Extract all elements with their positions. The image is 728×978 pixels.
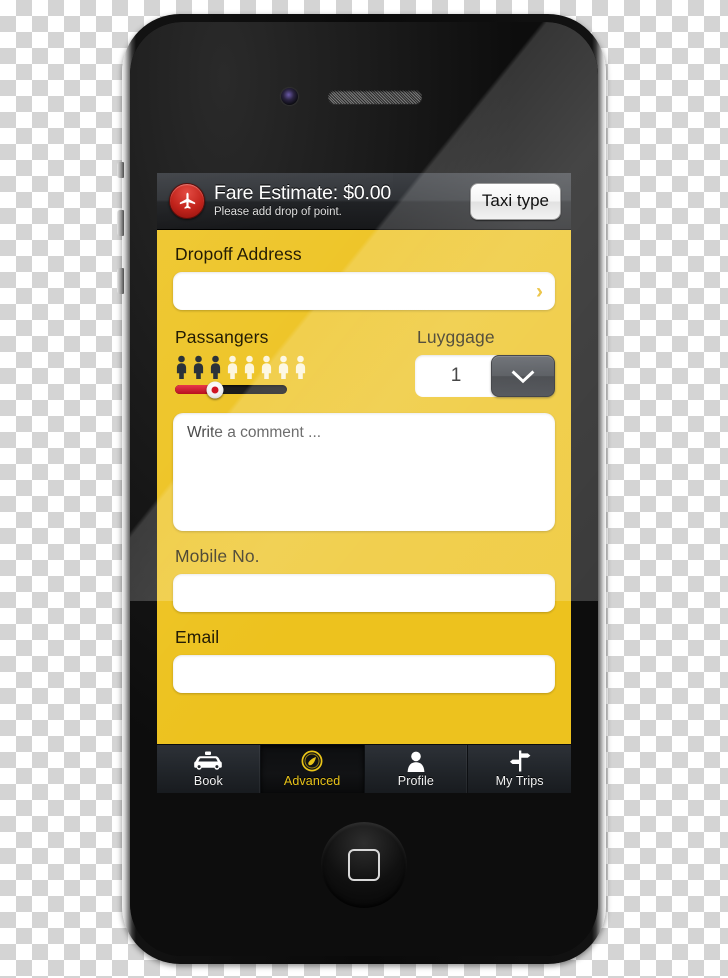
comment-field[interactable] (173, 413, 555, 531)
airplane-icon (169, 183, 205, 219)
home-square-icon (348, 849, 380, 881)
booking-form: Dropoff Address › Passangers Luyggage 1 … (157, 230, 571, 745)
app-screen: Fare Estimate: $0.00 Please add drop of … (157, 173, 571, 793)
mobile-number-field[interactable] (173, 574, 555, 612)
tab-book[interactable]: Book (157, 745, 261, 793)
tab-profile[interactable]: Profile (365, 745, 469, 793)
mobile-number-input[interactable] (184, 584, 544, 602)
home-button[interactable] (321, 822, 407, 908)
dropoff-address-label: Dropoff Address (175, 244, 302, 264)
volume-up-button[interactable] (117, 210, 124, 236)
luggage-dropdown-button[interactable] (491, 355, 555, 397)
signpost-icon (508, 750, 532, 772)
email-label: Email (175, 627, 220, 647)
taxi-icon (193, 750, 223, 772)
luggage-label: Luyggage (417, 327, 495, 347)
person-icon (210, 355, 221, 379)
luggage-group: Luyggage 1 (415, 327, 555, 397)
passengers-slider[interactable] (175, 381, 287, 398)
person-icon (227, 355, 238, 379)
email-input[interactable] (184, 665, 544, 683)
tab-advanced[interactable]: Advanced (260, 745, 365, 793)
phone-body: Fare Estimate: $0.00 Please add drop of … (117, 14, 606, 964)
phone-inner-frame: Fare Estimate: $0.00 Please add drop of … (130, 22, 598, 956)
person-icon (176, 355, 187, 379)
passenger-icon-row (174, 355, 405, 379)
fare-text-group: Fare Estimate: $0.00 Please add drop of … (214, 181, 392, 219)
tab-my-trips[interactable]: My Trips (468, 745, 571, 793)
tab-my-trips-label: My Trips (495, 774, 544, 788)
passengers-label: Passangers (175, 327, 269, 347)
chevron-right-icon[interactable]: › (536, 281, 543, 302)
fare-estimate-subtitle: Please add drop of point. (214, 206, 342, 218)
slider-track[interactable] (175, 385, 287, 394)
fare-header-bar: Fare Estimate: $0.00 Please add drop of … (157, 173, 571, 230)
luggage-value[interactable]: 1 (415, 355, 497, 397)
mobile-number-label: Mobile No. (175, 546, 260, 566)
volume-down-button[interactable] (117, 268, 124, 294)
fare-estimate-title: Fare Estimate: $0.00 (214, 181, 392, 204)
earpiece-speaker-icon (328, 90, 422, 104)
dropoff-address-field[interactable]: › (173, 272, 555, 310)
front-camera-icon (281, 88, 298, 105)
slider-knob[interactable] (206, 381, 224, 398)
comment-input[interactable] (185, 422, 547, 526)
passengers-luggage-row: Passangers Luyggage 1 (173, 327, 555, 398)
chevron-down-icon (511, 369, 535, 383)
phone-mockup: Fare Estimate: $0.00 Please add drop of … (117, 14, 606, 964)
email-field[interactable] (173, 655, 555, 693)
person-icon (244, 355, 255, 379)
tab-advanced-label: Advanced (283, 774, 341, 788)
bottom-tab-bar: Book Advanced Profile My Trips (157, 744, 571, 793)
passengers-group: Passangers (173, 327, 405, 398)
person-icon (407, 750, 425, 772)
dropoff-address-input[interactable] (184, 282, 544, 300)
mute-switch[interactable] (117, 162, 124, 178)
person-icon (295, 355, 306, 379)
person-icon (278, 355, 289, 379)
luggage-stepper[interactable]: 1 (415, 355, 555, 397)
compass-icon (301, 750, 323, 772)
person-icon (261, 355, 272, 379)
taxi-type-button[interactable]: Taxi type (469, 182, 561, 220)
person-icon (193, 355, 204, 379)
tab-book-label: Book (193, 774, 223, 788)
tab-profile-label: Profile (397, 774, 434, 788)
